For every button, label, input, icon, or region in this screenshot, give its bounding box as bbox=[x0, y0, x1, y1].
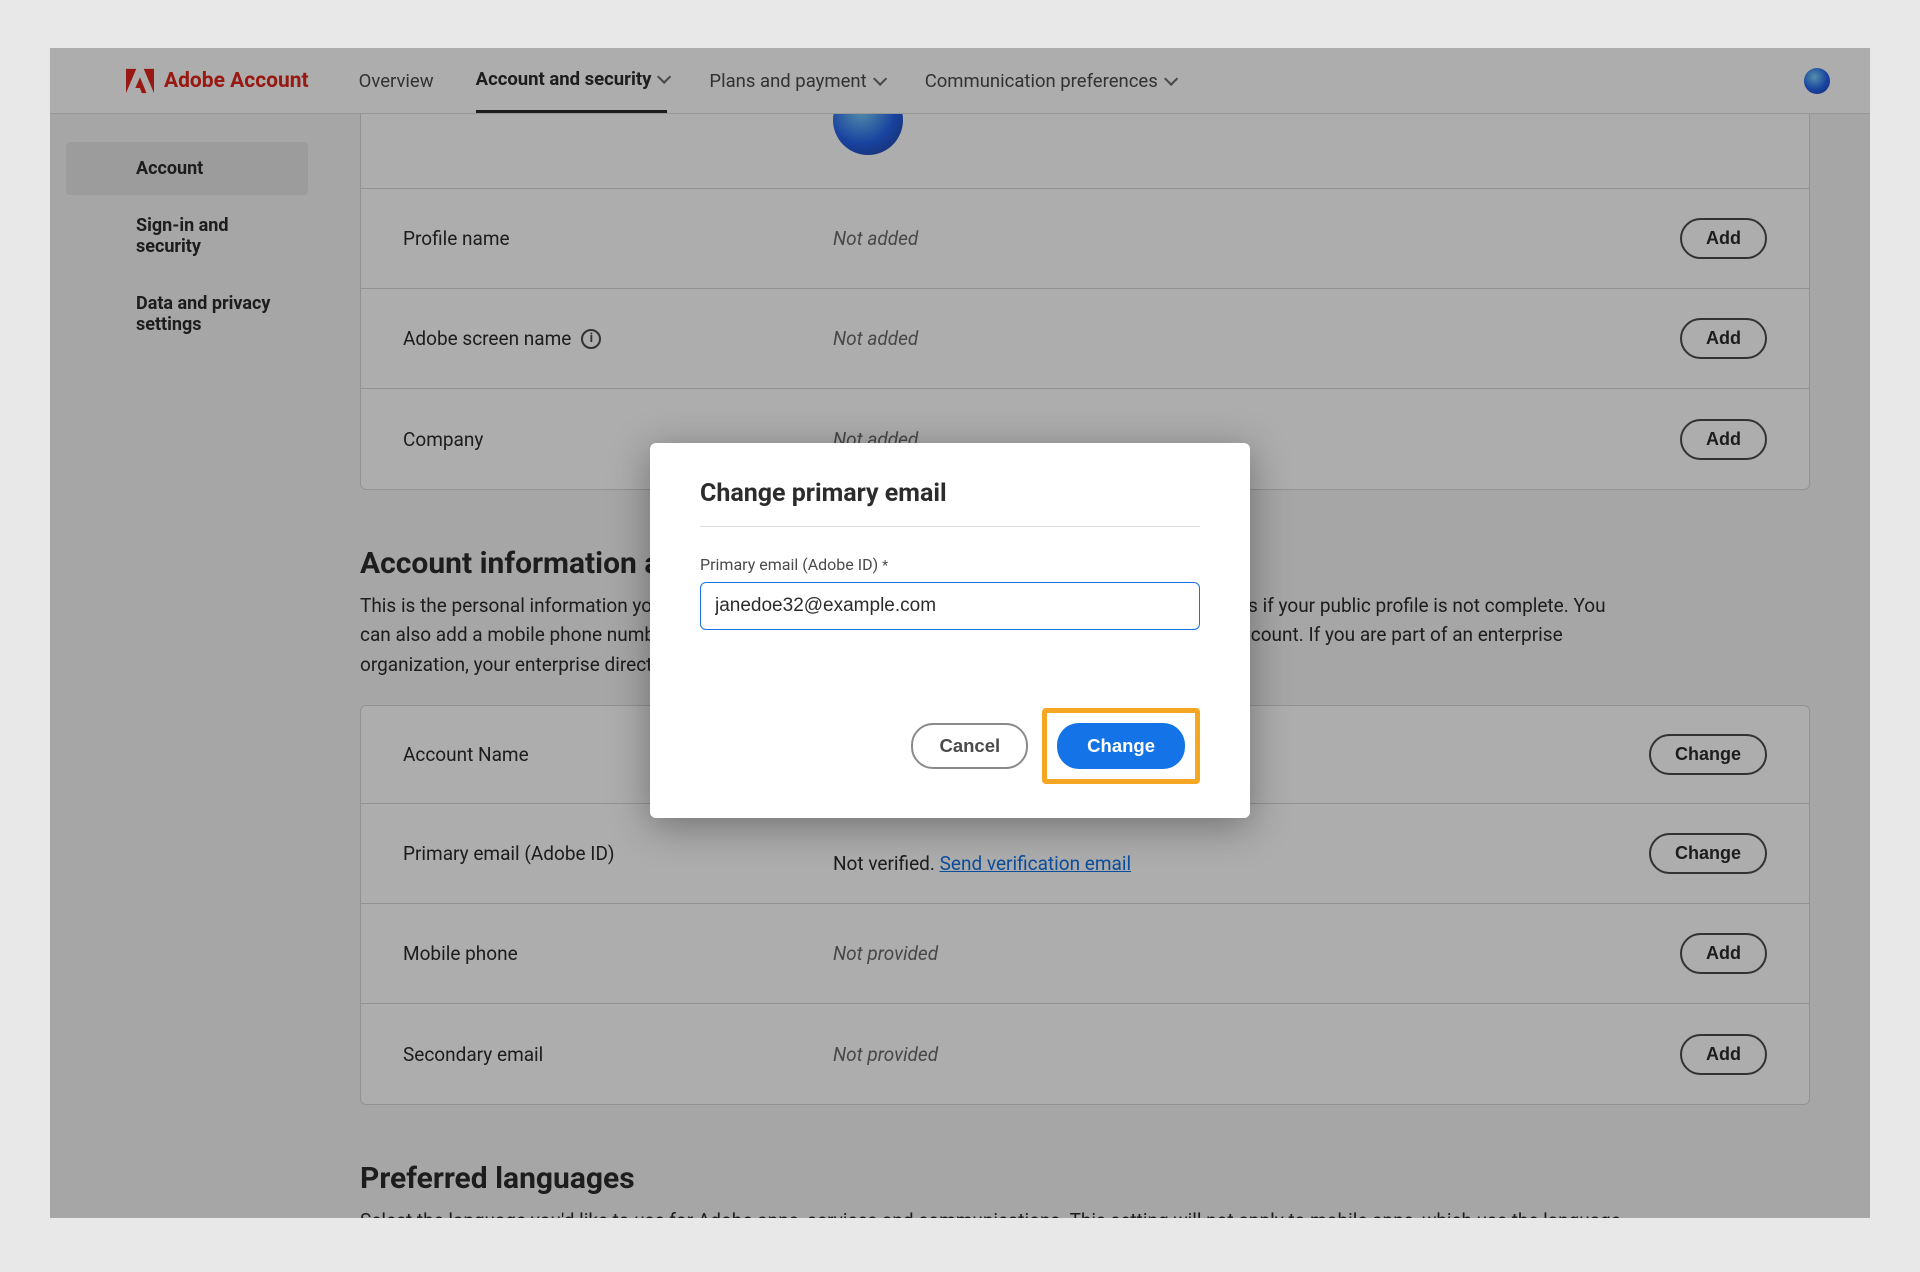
dialog-actions: Cancel Change bbox=[700, 708, 1200, 784]
dialog-title: Change primary email bbox=[700, 479, 1200, 527]
cancel-button[interactable]: Cancel bbox=[911, 723, 1028, 769]
dialog-field-label-text: Primary email (Adobe ID) bbox=[700, 555, 878, 574]
change-email-dialog: Change primary email Primary email (Adob… bbox=[650, 443, 1250, 818]
dialog-field-label: Primary email (Adobe ID) * bbox=[700, 555, 1200, 574]
app-viewport: Adobe Account Overview Account and secur… bbox=[50, 48, 1870, 1218]
required-asterisk: * bbox=[882, 558, 888, 574]
primary-email-input[interactable] bbox=[700, 582, 1200, 630]
confirm-change-button[interactable]: Change bbox=[1057, 723, 1185, 769]
attention-highlight: Change bbox=[1042, 708, 1200, 784]
